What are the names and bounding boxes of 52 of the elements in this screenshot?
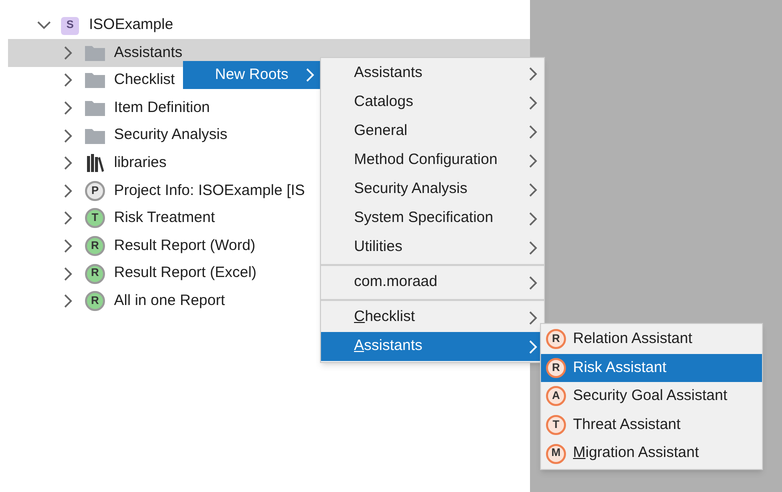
expand-icon[interactable] <box>64 100 73 115</box>
letter-badge-icon: R <box>546 358 566 378</box>
expand-icon[interactable] <box>64 266 73 281</box>
menu-item[interactable]: General <box>321 117 544 146</box>
menu-item[interactable]: R Relation Assistant <box>541 325 762 354</box>
menu-item[interactable]: T Threat Assistant <box>541 410 762 440</box>
menu-item[interactable]: R Risk Assistant <box>541 354 762 382</box>
tree-item[interactable]: Result Report (Word) <box>114 234 256 258</box>
menu-item[interactable]: A Security Goal Assistant <box>541 382 762 411</box>
collapse-icon[interactable] <box>37 21 51 30</box>
tree-item[interactable]: All in one Report <box>114 290 225 312</box>
tree-item[interactable]: Risk Treatment <box>114 207 215 230</box>
menu-item[interactable]: Catalogs <box>321 88 544 117</box>
letter-badge-icon: R <box>546 329 566 350</box>
menu-item[interactable]: Checklist <box>321 303 544 332</box>
tree-item-label: Assistants <box>114 42 182 63</box>
folder-icon <box>85 100 105 116</box>
expand-icon[interactable] <box>64 294 73 308</box>
menu-item[interactable]: com.moraad <box>321 268 544 297</box>
tree-item[interactable]: ISOExample <box>89 14 174 37</box>
menu-item[interactable]: Security Analysis <box>321 175 544 204</box>
folder-icon <box>85 44 105 61</box>
expand-icon[interactable] <box>64 73 73 88</box>
letter-badge-icon: R <box>85 236 105 256</box>
folder-icon <box>85 72 105 88</box>
letter-badge-icon: T <box>85 208 105 228</box>
letter-badge-icon: A <box>546 386 566 406</box>
menu-item[interactable]: Utilities <box>321 233 544 262</box>
expand-icon[interactable] <box>64 46 73 60</box>
folder-icon <box>85 128 105 144</box>
letter-badge-icon: P <box>85 180 105 201</box>
expand-icon[interactable] <box>64 128 73 143</box>
letter-badge-icon: R <box>85 291 105 312</box>
expand-icon[interactable] <box>64 211 73 226</box>
books-icon <box>86 154 104 172</box>
tree-item[interactable]: Security Analysis <box>114 124 228 147</box>
tree-item[interactable]: Project Info: ISOExample [IS <box>114 180 305 202</box>
letter-badge-icon: M <box>546 444 566 464</box>
tree-item[interactable]: Checklist <box>114 69 175 92</box>
letter-badge-icon: R <box>85 264 105 284</box>
expand-icon[interactable] <box>64 184 73 198</box>
tree-item[interactable]: Item Definition <box>114 96 210 120</box>
menu-item[interactable]: System Specification <box>321 204 544 233</box>
menu-item[interactable]: Method Configuration <box>321 146 544 175</box>
menu-item[interactable]: M Migration Assistant <box>541 439 762 468</box>
menu-item[interactable]: New Roots <box>183 61 321 89</box>
letter-badge-icon: T <box>546 415 566 436</box>
tree-item[interactable]: Result Report (Excel) <box>114 262 257 285</box>
expand-icon[interactable] <box>64 238 73 253</box>
project-badge: S <box>61 16 79 34</box>
tree-item[interactable]: libraries <box>114 152 167 174</box>
expand-icon[interactable] <box>64 156 73 170</box>
